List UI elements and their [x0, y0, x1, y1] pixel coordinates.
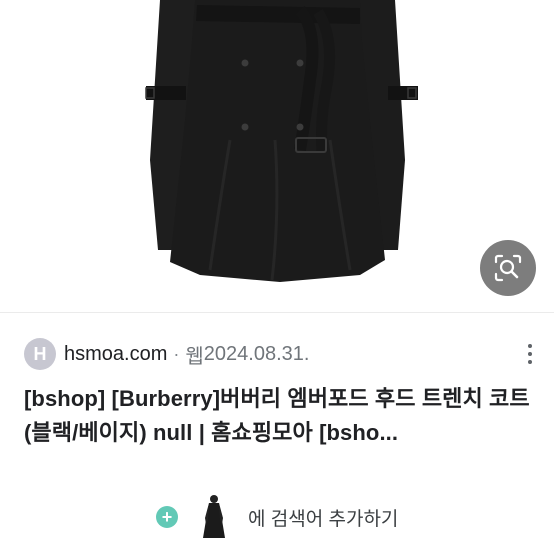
add-search-term-label: 에 검색어 추가하기: [248, 508, 399, 530]
plus-icon: +: [156, 506, 178, 528]
source-date: 2024.08.31.: [203, 342, 310, 365]
coat-thumbnail: [194, 494, 234, 540]
add-to-search-button[interactable]: + 에 검색어 추가하기: [156, 494, 398, 540]
image-search-icon: [494, 254, 522, 282]
image-search-button[interactable]: [480, 240, 536, 296]
source-domain[interactable]: hsmoa.com: [64, 343, 167, 366]
site-favicon: H: [24, 338, 56, 370]
source-separator: ·: [173, 343, 180, 364]
more-vert-icon[interactable]: [520, 340, 540, 368]
result-title[interactable]: [bshop] [Burberry]버버리 엠버포드 후드 트렌치 코트 (블랙…: [24, 382, 534, 450]
trench-coat-image: [145, 0, 418, 282]
result-source[interactable]: H hsmoa.com · 웹 2024.08.31.: [24, 336, 544, 372]
divider: [0, 312, 554, 313]
source-type: 웹: [185, 345, 204, 368]
product-image[interactable]: [0, 0, 554, 312]
